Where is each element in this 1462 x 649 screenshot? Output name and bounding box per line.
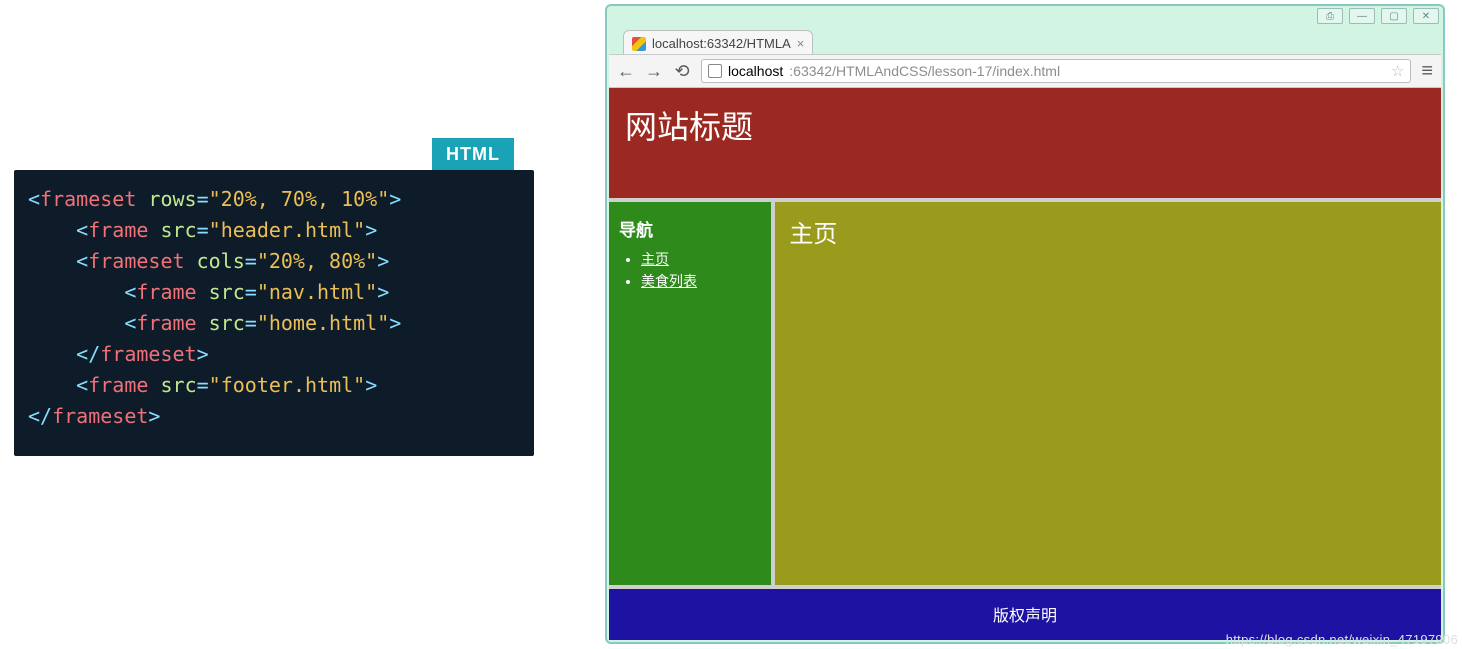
print-icon[interactable]: ⎙ — [1317, 8, 1343, 24]
tab-strip: localhost:63342/HTMLA × — [623, 26, 813, 56]
url-path: :63342/HTMLAndCSS/lesson-17/index.html — [789, 63, 1060, 79]
close-icon[interactable]: ✕ — [1413, 8, 1439, 24]
code-block: <frameset rows="20%, 70%, 10%"> <frame s… — [14, 170, 534, 456]
page-icon — [708, 64, 722, 78]
favicon-icon — [632, 37, 646, 51]
footer-text: 版权声明 — [993, 602, 1057, 626]
frame-nav: 导航 主页美食列表 — [609, 198, 775, 584]
code-snippet: HTML <frameset rows="20%, 70%, 10%"> <fr… — [14, 170, 534, 456]
frame-header: 网站标题 — [609, 88, 1441, 198]
nav-item: 主页 — [641, 249, 761, 269]
address-bar[interactable]: localhost :63342/HTMLAndCSS/lesson-17/ind… — [701, 59, 1411, 83]
window-controls: ⎙ — ▢ ✕ — [1317, 6, 1443, 28]
site-title: 网站标题 — [625, 109, 753, 145]
url-host: localhost — [728, 63, 783, 79]
home-title: 主页 — [789, 222, 837, 248]
back-button[interactable]: ← — [617, 61, 635, 82]
maximize-icon[interactable]: ▢ — [1381, 8, 1407, 24]
browser-tab[interactable]: localhost:63342/HTMLA × — [623, 30, 813, 56]
frame-middle-row: 导航 主页美食列表 主页 — [609, 198, 1441, 584]
nav-link[interactable]: 美食列表 — [641, 273, 697, 289]
frame-home: 主页 — [775, 198, 1441, 584]
browser-window: ⎙ — ▢ ✕ localhost:63342/HTMLA × ← → ⟲ lo… — [605, 4, 1445, 644]
frame-footer: 版权声明 — [609, 585, 1441, 640]
code-language-badge: HTML — [432, 138, 514, 170]
bookmark-star-icon[interactable]: ☆ — [1391, 62, 1404, 80]
tab-close-icon[interactable]: × — [797, 36, 805, 51]
minimize-icon[interactable]: — — [1349, 8, 1375, 24]
page-viewport: 网站标题 导航 主页美食列表 主页 版权声明 — [609, 88, 1441, 640]
reload-button[interactable]: ⟲ — [673, 61, 691, 82]
nav-heading: 导航 — [619, 216, 761, 241]
tab-title: localhost:63342/HTMLA — [652, 36, 791, 51]
menu-icon[interactable]: ≡ — [1421, 60, 1433, 83]
forward-button[interactable]: → — [645, 61, 663, 82]
nav-link[interactable]: 主页 — [641, 251, 669, 267]
nav-list: 主页美食列表 — [619, 249, 761, 291]
nav-item: 美食列表 — [641, 271, 761, 291]
browser-toolbar: ← → ⟲ localhost :63342/HTMLAndCSS/lesson-… — [609, 54, 1441, 88]
